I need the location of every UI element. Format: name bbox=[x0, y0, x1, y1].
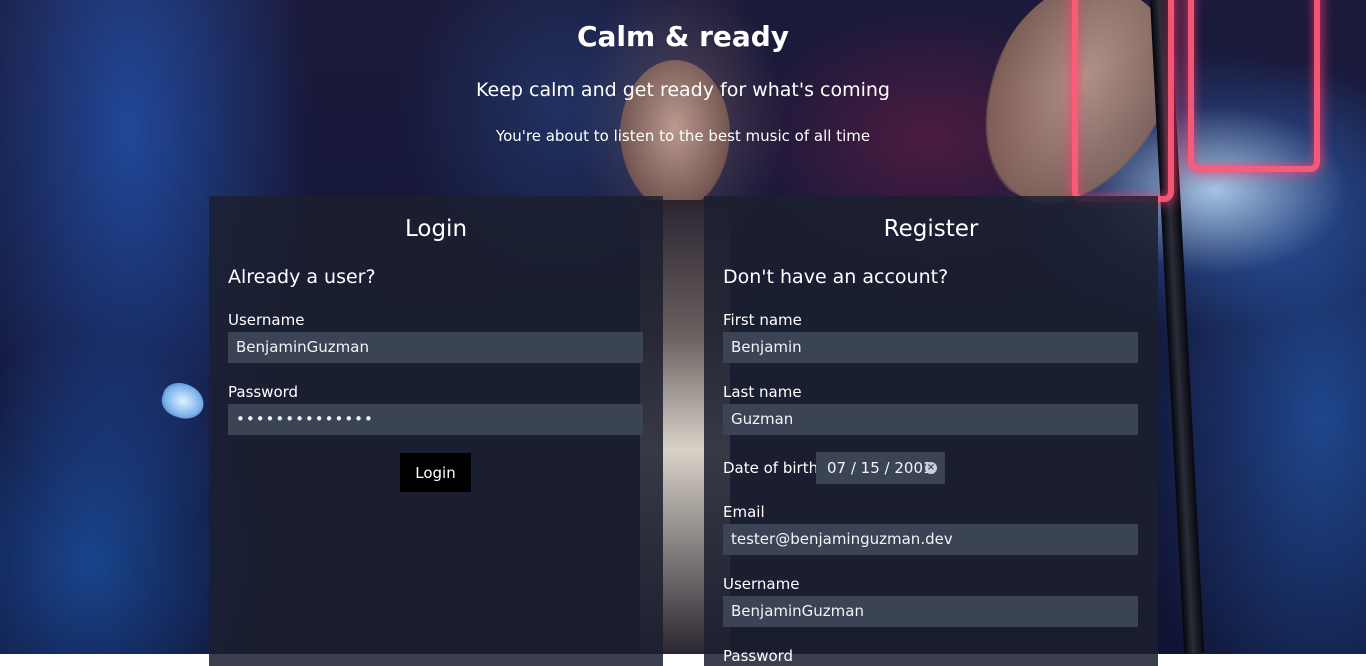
email-input[interactable] bbox=[723, 524, 1138, 555]
first-name-label: First name bbox=[723, 311, 802, 329]
page-subtitle: Keep calm and get ready for what's comin… bbox=[476, 79, 890, 101]
register-subtitle: Don't have an account? bbox=[723, 266, 949, 288]
login-panel: Login Already a user? Username Password … bbox=[209, 196, 663, 666]
login-password-label: Password bbox=[228, 383, 299, 401]
clear-icon[interactable]: × bbox=[925, 462, 937, 474]
login-username-label: Username bbox=[228, 311, 305, 329]
login-username-input[interactable] bbox=[228, 332, 643, 363]
first-name-input[interactable] bbox=[723, 332, 1138, 363]
register-username-input[interactable] bbox=[723, 596, 1138, 627]
dob-value: 07 / 15 / 2001 bbox=[827, 459, 933, 477]
last-name-label: Last name bbox=[723, 383, 802, 401]
dob-input[interactable]: 07 / 15 / 2001 × bbox=[816, 452, 945, 484]
email-label: Email bbox=[723, 503, 765, 521]
login-button[interactable]: Login bbox=[400, 453, 471, 492]
login-subtitle: Already a user? bbox=[228, 266, 376, 288]
page-tagline: You're about to listen to the best music… bbox=[495, 127, 871, 145]
register-password-label: Password bbox=[723, 647, 794, 665]
register-username-label: Username bbox=[723, 575, 800, 593]
last-name-input[interactable] bbox=[723, 404, 1138, 435]
register-title: Register bbox=[883, 216, 979, 242]
page-title: Calm & ready bbox=[576, 20, 790, 53]
login-title: Login bbox=[404, 216, 468, 242]
login-password-input[interactable]: •••••••••••••• bbox=[228, 404, 643, 435]
register-panel: Register Don't have an account? First na… bbox=[704, 196, 1158, 666]
dob-label: Date of birth bbox=[723, 459, 819, 477]
